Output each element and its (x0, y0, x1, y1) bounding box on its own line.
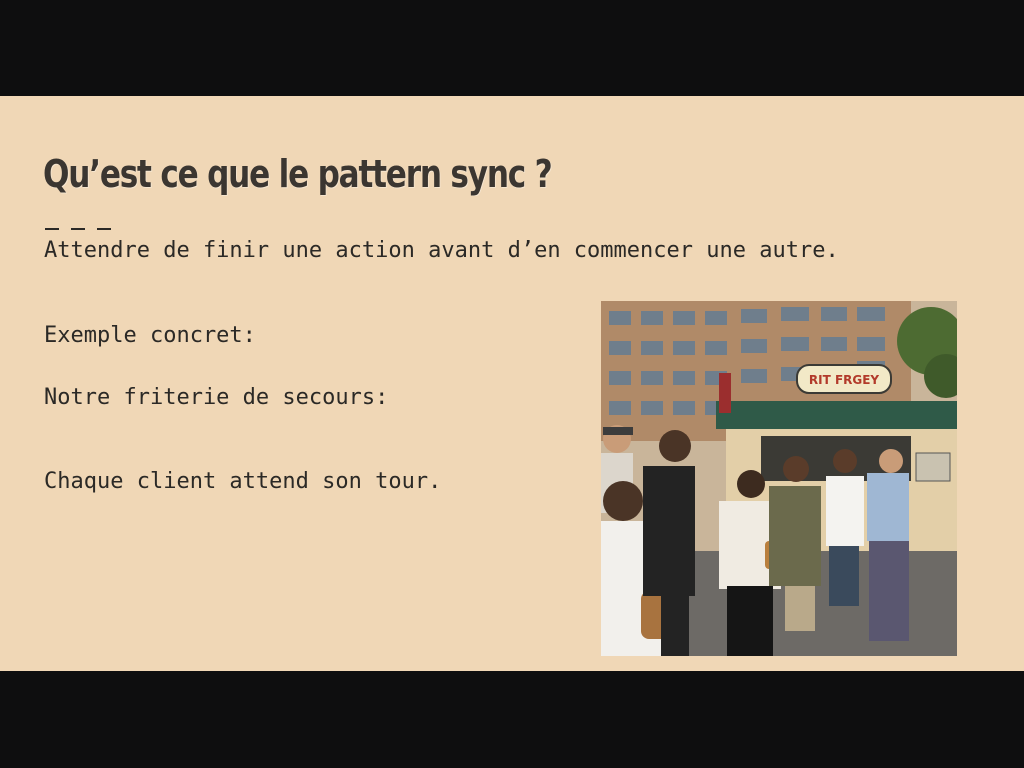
dashed-accent (45, 228, 111, 230)
lead-text: Attendre de finir une action avant d’en … (44, 238, 839, 263)
letterbox-bottom (0, 671, 1024, 768)
kiosk-roof (716, 401, 957, 429)
friterie-illustration: RIT FRGEY (601, 301, 957, 656)
example-label: Exemple concret: (44, 323, 256, 348)
red-side-sign (719, 373, 731, 413)
queue-label: Chaque client attend son tour. (44, 469, 442, 494)
kiosk-sign-text: RIT FRGEY (809, 373, 880, 387)
friterie-label: Notre friterie de secours: (44, 385, 389, 410)
letterbox-top (0, 0, 1024, 96)
slide-title: Qu’est ce que le pattern sync ? (43, 152, 553, 196)
kiosk-menu-board (915, 452, 951, 482)
friterie-queue-photo: RIT FRGEY (601, 301, 957, 656)
presentation-slide: Qu’est ce que le pattern sync ? Attendre… (0, 96, 1024, 671)
lead-sentence: Attendre de finir une action avant d’en … (44, 228, 839, 263)
